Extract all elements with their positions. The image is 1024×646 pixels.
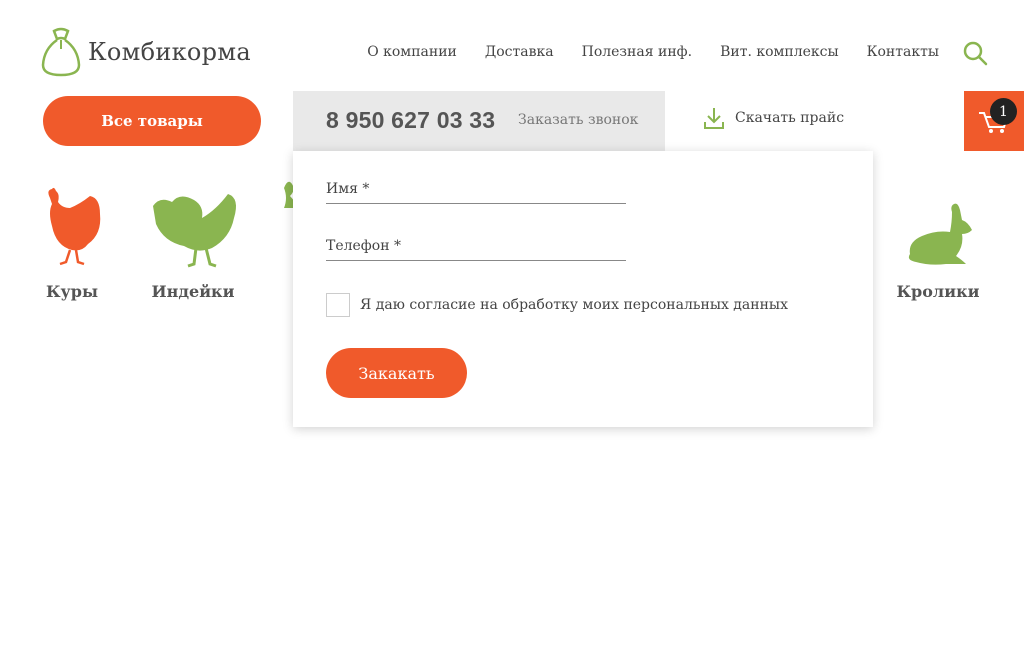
animal-turkey[interactable] — [150, 188, 240, 268]
search-icon[interactable] — [962, 40, 988, 66]
name-field[interactable]: Имя * — [326, 177, 630, 205]
nav-link-contacts[interactable]: Контакты — [867, 40, 939, 64]
chicken-icon — [48, 187, 101, 266]
callback-popup: Имя * Телефон * Я даю согласие на обрабо… — [293, 151, 873, 427]
nav-link-delivery[interactable]: Доставка — [485, 40, 554, 64]
download-icon — [704, 108, 724, 129]
name-input[interactable] — [326, 177, 630, 205]
all-goods-button[interactable]: Все товары — [43, 96, 261, 146]
phone-input[interactable] — [326, 234, 630, 262]
animal-label-rabbits[interactable]: Кролики — [890, 282, 986, 301]
cart-count-badge: 1 — [990, 98, 1017, 125]
order-button[interactable]: Закакать — [326, 348, 467, 398]
phone-field[interactable]: Телефон * — [326, 234, 630, 262]
nav-link-info[interactable]: Полезная инф. — [582, 40, 692, 64]
phone-number[interactable]: 8 950 627 03 33 — [326, 107, 495, 134]
phone-box: 8 950 627 03 33 Заказать звонок — [293, 91, 665, 151]
download-label: Скачать прайс — [735, 110, 845, 126]
sack-icon — [41, 27, 81, 77]
main-nav: О компании Доставка Полезная инф. Вит. к… — [339, 40, 939, 64]
consent-row: Я даю согласие на обработку моих персона… — [326, 293, 788, 317]
callback-link[interactable]: Заказать звонок — [518, 112, 638, 128]
rabbit-icon — [908, 203, 972, 265]
download-price-link[interactable]: Скачать прайс — [703, 106, 844, 130]
animal-label-chickens[interactable]: Куры — [30, 282, 114, 301]
animal-rabbit[interactable] — [906, 202, 976, 268]
animal-chicken[interactable] — [40, 186, 104, 268]
nav-link-vitamins[interactable]: Вит. комплексы — [720, 40, 839, 64]
nav-link-about[interactable]: О компании — [367, 40, 457, 64]
logo-text: Комбикорма — [88, 38, 251, 66]
site-logo[interactable]: Комбикорма — [40, 26, 251, 78]
turkey-icon — [153, 194, 236, 268]
consent-checkbox[interactable] — [326, 293, 350, 317]
animal-label-turkeys[interactable]: Индейки — [142, 282, 244, 301]
consent-text: Я даю согласие на обработку моих персона… — [360, 297, 788, 313]
